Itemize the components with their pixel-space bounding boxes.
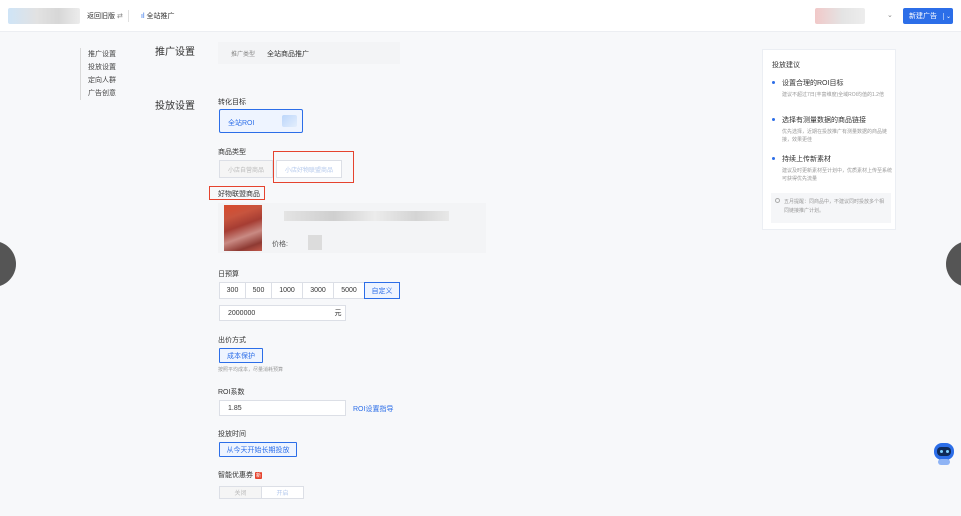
promo-settings-title: 推广设置 xyxy=(155,47,195,58)
delivery-tips-panel: 投放建议 设置合理的ROI目标 建议不超过7日(丰富维度)全域ROI均值的1.2… xyxy=(762,49,896,230)
prev-arrow-icon[interactable] xyxy=(0,241,16,287)
assistant-robot-icon[interactable] xyxy=(932,440,956,466)
delivery-settings-title: 投放设置 xyxy=(155,101,195,112)
coupon-option-on[interactable]: 开启 xyxy=(261,486,304,499)
tip-item: 持续上传新素材 建议及时更新素材至计划中，优质素材上传至系统可获得优先流量 xyxy=(772,154,894,183)
plan-type-key: 推广类型 xyxy=(231,52,256,58)
roi-guide-link[interactable]: ROI设置指导 xyxy=(353,404,393,414)
tip-heading: 设置合理的ROI目标 xyxy=(782,80,844,87)
conversion-goal-label: 转化目标 xyxy=(218,99,246,106)
nav-item-delivery-settings[interactable]: 投放设置 xyxy=(81,61,140,74)
tips-note: 五月提醒：同商品中，不建议同时投放多个相同链接推广计划。 xyxy=(771,193,891,223)
breadcrumb[interactable]: ıl 全站推广 xyxy=(141,11,175,21)
product-price-value xyxy=(308,235,322,250)
nav-item-target-audience[interactable]: 定向人群 xyxy=(81,74,140,87)
schedule-label: 投放时间 xyxy=(218,431,246,438)
breadcrumb-label: 全站推广 xyxy=(146,13,175,20)
goal-option-site-roi[interactable]: 全站ROI xyxy=(219,109,303,133)
divider xyxy=(128,10,129,22)
tips-note-text: 五月提醒：同商品中，不建议同时投放多个相同链接推广计划。 xyxy=(784,199,885,214)
budget-option-custom[interactable]: 自定义 xyxy=(364,282,400,299)
tip-heading: 持续上传新素材 xyxy=(782,156,831,163)
new-badge: 新 xyxy=(255,471,263,479)
budget-option-1000[interactable]: 1000 xyxy=(271,282,303,299)
roi-label: ROI系数 xyxy=(218,389,245,396)
daily-budget-label: 日预算 xyxy=(218,271,239,278)
tip-detail: 优先选择，近期在投放推广有测量数据的商品链接，效果更佳 xyxy=(782,129,888,143)
product-price-label: 价格: xyxy=(272,241,288,248)
product-title xyxy=(284,211,449,221)
brand-logo xyxy=(8,8,80,24)
product-card[interactable]: 价格: xyxy=(218,203,486,253)
new-ad-dropdown-icon[interactable]: ⌄ xyxy=(943,12,953,20)
budget-option-3000[interactable]: 3000 xyxy=(302,282,334,299)
roi-input[interactable]: 1.85 xyxy=(219,400,346,416)
goal-illustration-icon xyxy=(282,115,297,127)
plan-type-box: 推广类型 全站商品推广 xyxy=(218,42,400,64)
swap-icon: ⇄ xyxy=(117,13,123,20)
tip-detail: 建议及时更新素材至计划中，优质素材上传至系统可获得优先流量 xyxy=(782,168,893,182)
coupon-option-off[interactable]: 关闭 xyxy=(219,486,262,499)
smart-coupon-toggle: 关闭 开启 xyxy=(219,486,304,499)
daily-budget-options: 300 500 1000 3000 5000 自定义 xyxy=(219,282,400,299)
back-to-old-version-label: 返回旧版 xyxy=(87,13,115,20)
next-arrow-icon[interactable] xyxy=(946,241,961,287)
budget-input[interactable]: 2000000 元 xyxy=(219,305,346,321)
goods-type-label: 商品类型 xyxy=(218,149,246,156)
bid-method-cost-protect[interactable]: 成本保护 xyxy=(219,348,263,363)
bid-method-hint: 按照平均成本，尽量消耗预算 xyxy=(218,367,284,373)
robot-eye xyxy=(946,450,949,453)
tip-item: 选择有测量数据的商品链接 优先选择，近期在投放推广有测量数据的商品链接，效果更佳 xyxy=(772,115,894,144)
budget-option-300[interactable]: 300 xyxy=(219,282,246,299)
product-thumbnail xyxy=(224,205,262,251)
tip-item: 设置合理的ROI目标 建议不超过7日(丰富维度)全域ROI均值的1.2倍 xyxy=(772,78,894,99)
user-account[interactable] xyxy=(815,8,865,24)
budget-unit: 元 xyxy=(334,310,342,317)
tip-heading: 选择有测量数据的商品链接 xyxy=(782,117,866,124)
bullet-icon xyxy=(772,157,775,160)
section-nav: 推广设置 投放设置 定向人群 广告创意 xyxy=(80,48,140,100)
top-bar: 返回旧版 ⇄ ıl 全站推广 ⌄ 新建广告 ⌄ xyxy=(0,0,961,32)
plan-type-value: 全站商品推广 xyxy=(267,51,309,58)
tips-title: 投放建议 xyxy=(772,62,800,69)
chevron-down-icon[interactable]: ⌄ xyxy=(887,11,893,19)
goal-option-label: 全站ROI xyxy=(228,120,255,127)
robot-eye xyxy=(940,450,943,453)
roi-input-value: 1.85 xyxy=(228,404,242,412)
back-to-old-version-link[interactable]: 返回旧版 ⇄ xyxy=(87,11,123,21)
new-ad-button[interactable]: 新建广告 ⌄ xyxy=(903,8,953,24)
nav-item-promo-settings[interactable]: 推广设置 xyxy=(81,48,140,61)
nav-item-ad-creative[interactable]: 广告创意 xyxy=(81,87,140,100)
budget-option-500[interactable]: 500 xyxy=(245,282,272,299)
smart-coupon-label-row: 智能优惠券新 xyxy=(218,470,263,480)
bid-method-label: 出价方式 xyxy=(218,337,246,344)
budget-input-value: 2000000 xyxy=(228,309,256,317)
highlight-box xyxy=(209,186,265,200)
bullet-icon xyxy=(772,118,775,121)
schedule-long-term[interactable]: 从今天开始长期投放 xyxy=(219,442,297,457)
info-icon xyxy=(775,198,780,203)
bullet-icon xyxy=(772,81,775,84)
goods-type-self-operated[interactable]: 小店自营商品 xyxy=(219,160,274,178)
robot-body xyxy=(938,459,950,465)
budget-option-5000[interactable]: 5000 xyxy=(333,282,365,299)
tip-detail: 建议不超过7日(丰富维度)全域ROI均值的1.2倍 xyxy=(782,92,884,98)
smart-coupon-label: 智能优惠券 xyxy=(218,472,253,479)
new-ad-label: 新建广告 xyxy=(909,13,937,20)
highlight-box xyxy=(273,151,354,183)
bar-chart-icon: ıl xyxy=(141,13,145,20)
